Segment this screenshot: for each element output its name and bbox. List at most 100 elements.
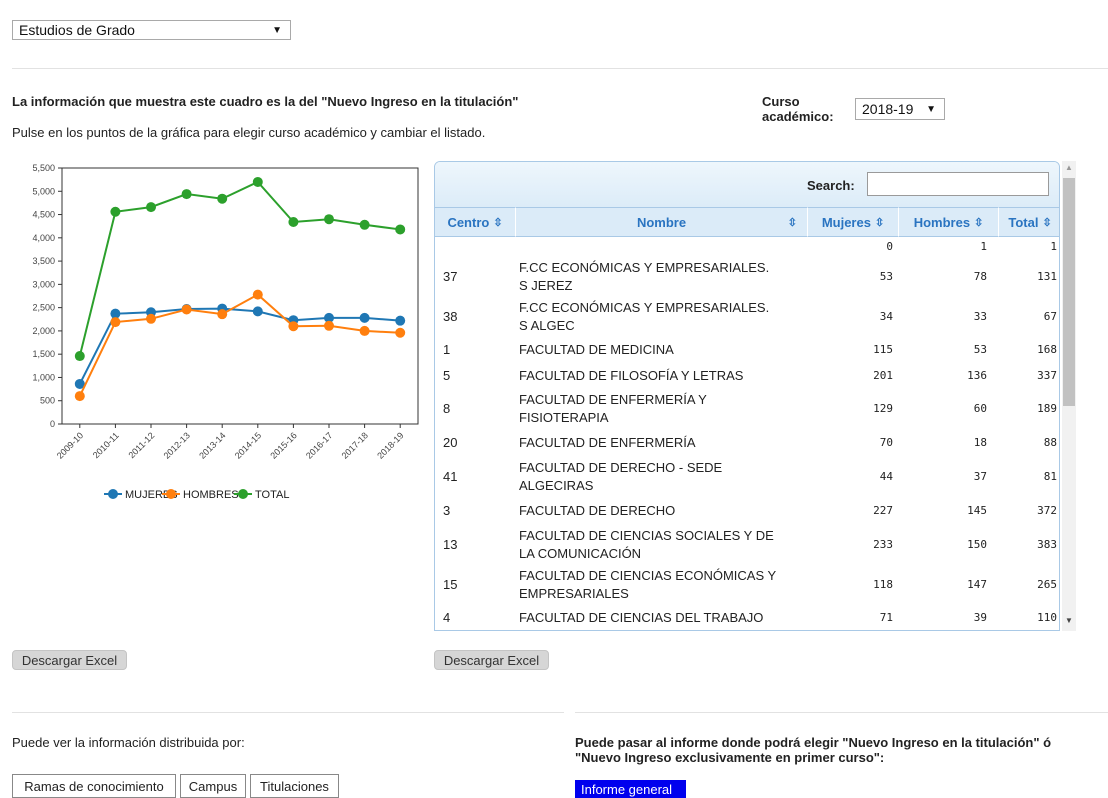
informe-text-line1: Puede pasar al informe donde podrá elegi…: [575, 735, 1052, 750]
column-header-hombres-label: Hombres: [913, 214, 971, 230]
table-row[interactable]: 0 1 1: [435, 237, 1059, 257]
estudios-select[interactable]: Estudios de Grado ▼: [12, 20, 291, 40]
estudios-select-value: Estudios de Grado: [19, 22, 135, 38]
data-point-total[interactable]: [110, 206, 121, 217]
data-point-total[interactable]: [217, 193, 228, 204]
column-header-hombres[interactable]: Hombres ⇳: [898, 207, 998, 237]
cell-total: 1: [1050, 240, 1057, 253]
data-point-hombres[interactable]: [146, 313, 156, 324]
cell-nombre: FACULTAD DE DERECHO: [519, 503, 676, 518]
cell-nombre: F.CC ECONÓMICAS Y EMPRESARIALES.: [519, 260, 770, 275]
distribution-text: Puede ver la información distribuida por…: [12, 735, 245, 750]
cell-mujeres: 70: [879, 436, 893, 449]
column-header-nombre[interactable]: Nombre ⇳: [515, 207, 807, 237]
table-row[interactable]: 4 FACULTAD DE CIENCIAS DEL TRABAJO 71 39 110: [435, 605, 1059, 630]
cell-hombres: 147: [967, 578, 987, 591]
cell-centro: 41: [443, 469, 458, 484]
data-point-hombres[interactable]: [217, 309, 228, 320]
legend-label[interactable]: TOTAL: [255, 489, 289, 501]
x-tick-label: 2012-13: [162, 430, 192, 460]
tab-titulaciones[interactable]: Titulaciones: [250, 774, 339, 798]
table-row[interactable]: 38 F.CC ECONÓMICAS Y EMPRESARIALES. S ALGE…: [435, 297, 1059, 337]
column-header-centro[interactable]: Centro ⇳: [435, 207, 515, 237]
y-tick-label: 2,500: [32, 303, 55, 313]
divider-bottom-left: [12, 712, 564, 713]
y-tick-label: 1,500: [32, 349, 55, 359]
data-point-total[interactable]: [146, 202, 156, 213]
divider-top: [12, 68, 1108, 69]
data-point-hombres[interactable]: [288, 321, 299, 332]
x-tick-label: 2010-11: [91, 430, 121, 460]
table-row[interactable]: 8 FACULTAD DE ENFERMERÍA Y FISIOTERAPIA 129…: [435, 389, 1059, 429]
column-header-centro-label: Centro: [447, 214, 490, 230]
data-point-hombres[interactable]: [110, 317, 121, 328]
curso-label-line1: Curso: [762, 94, 800, 109]
tab-campus[interactable]: Campus: [180, 774, 246, 798]
cell-hombres: 150: [967, 538, 987, 551]
data-point-total[interactable]: [252, 176, 263, 187]
chevron-down-icon: ▼: [926, 103, 936, 115]
chevron-down-icon: ▼: [272, 24, 282, 36]
table-row[interactable]: 5 FACULTAD DE FILOSOFÍA Y LETRAS 201 136 337: [435, 362, 1059, 389]
data-point-mujeres[interactable]: [252, 306, 263, 317]
cell-centro: 37: [443, 269, 458, 284]
y-tick-label: 3,000: [32, 279, 55, 289]
line-chart[interactable]: 0 500 1,000 1,500 2,000 2,500 3,000 3,500 4,000 4…: [0, 160, 430, 510]
table-row[interactable]: 3 FACULTAD DE DERECHO 227 145 372: [435, 497, 1059, 525]
cell-mujeres: 129: [873, 402, 893, 415]
cell-nombre: ALGECIRAS: [519, 478, 594, 493]
table-row[interactable]: 37 F.CC ECONÓMICAS Y EMPRESARIALES. S JERE…: [435, 257, 1059, 297]
scroll-up-icon[interactable]: ▲: [1065, 163, 1073, 172]
sort-icon: ⇳: [974, 216, 984, 229]
column-header-mujeres-label: Mujeres: [821, 214, 871, 230]
data-point-mujeres[interactable]: [395, 315, 406, 326]
table-scrollbar-thumb[interactable]: [1063, 178, 1075, 406]
data-point-total[interactable]: [395, 224, 406, 235]
curso-select[interactable]: 2018-19 ▼: [855, 98, 945, 120]
cell-nombre: FACULTAD DE ENFERMERÍA Y: [519, 392, 707, 407]
chart-legend[interactable]: MUJERES HOMBRES TOTAL: [104, 489, 289, 501]
sort-icon: ⇳: [493, 216, 503, 229]
scroll-down-icon[interactable]: ▼: [1065, 616, 1073, 625]
x-tick-label: 2017-18: [340, 430, 370, 460]
data-point-total[interactable]: [181, 189, 192, 200]
informe-general-button[interactable]: Informe general: [575, 780, 686, 798]
y-tick-label: 0: [50, 419, 55, 429]
data-point-hombres[interactable]: [324, 320, 334, 331]
legend-label[interactable]: HOMBRES: [183, 489, 239, 501]
informe-text-line2: "Nuevo Ingreso exclusivamente en primer …: [575, 750, 885, 765]
chart-series[interactable]: [74, 176, 406, 402]
data-point-total[interactable]: [74, 351, 85, 362]
x-tick-label: 2011-12: [126, 430, 156, 460]
cell-hombres: 78: [973, 270, 987, 283]
search-input[interactable]: [867, 172, 1049, 196]
table-row[interactable]: 1 FACULTAD DE MEDICINA 115 53 168: [435, 337, 1059, 362]
cell-hombres: 53: [973, 342, 987, 356]
table-row[interactable]: 15 FACULTAD DE CIENCIAS ECONÓMICAS Y EMPRE…: [435, 565, 1059, 605]
download-excel-chart-button[interactable]: Descargar Excel: [12, 650, 127, 670]
column-header-total[interactable]: Total ⇳: [998, 207, 1059, 237]
cell-mujeres: 201: [873, 368, 893, 382]
data-point-total[interactable]: [359, 219, 370, 230]
x-axis: 2009-10 2010-11 2011-12 2012-13 2013-14 2014-…: [55, 424, 406, 461]
data-point-hombres[interactable]: [181, 304, 192, 315]
cell-centro: 1: [443, 341, 451, 357]
cell-hombres: 37: [973, 470, 987, 483]
table-row[interactable]: 41 FACULTAD DE DERECHO - SEDE ALGECIRAS 44 3…: [435, 457, 1059, 497]
data-point-hombres[interactable]: [252, 289, 263, 300]
legend-marker: [166, 489, 176, 499]
x-tick-label: 2016-17: [304, 430, 334, 460]
download-excel-table-button[interactable]: Descargar Excel: [434, 650, 549, 670]
table-row[interactable]: 20 FACULTAD DE ENFERMERÍA 70 18 88: [435, 429, 1059, 457]
x-tick-label: 2009-10: [55, 430, 85, 460]
data-point-mujeres[interactable]: [359, 312, 370, 323]
data-point-hombres[interactable]: [74, 391, 85, 402]
tab-ramas-conocimiento[interactable]: Ramas de conocimiento: [12, 774, 176, 798]
data-point-hombres[interactable]: [359, 325, 370, 336]
data-point-total[interactable]: [288, 216, 299, 227]
table-row[interactable]: 13 FACULTAD DE CIENCIAS SOCIALES Y DE LA C…: [435, 525, 1059, 565]
search-label: Search:: [807, 178, 855, 193]
column-header-mujeres[interactable]: Mujeres ⇳: [807, 207, 898, 237]
data-point-hombres[interactable]: [395, 327, 406, 338]
data-point-total[interactable]: [324, 214, 334, 225]
